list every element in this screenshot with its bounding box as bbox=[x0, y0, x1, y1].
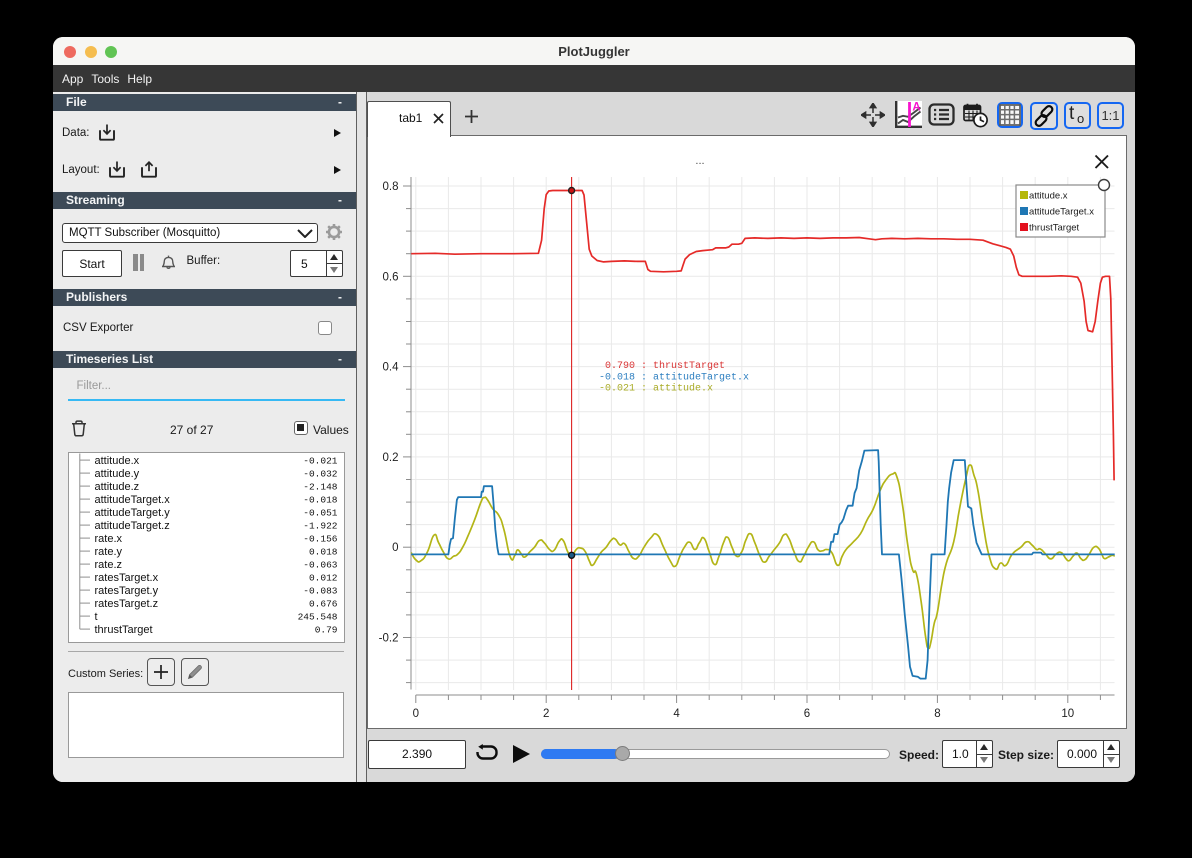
svg-text:-0.021: -0.021 bbox=[303, 455, 338, 466]
svg-text:-0.018 : attitudeTarget.x: -0.018 : attitudeTarget.x bbox=[599, 371, 749, 383]
svg-text:attitudeTarget.z: attitudeTarget.z bbox=[94, 519, 169, 531]
svg-text:4: 4 bbox=[673, 708, 680, 720]
svg-text:-0.032: -0.032 bbox=[303, 468, 338, 479]
svg-text:ratesTarget.z: ratesTarget.z bbox=[94, 597, 158, 609]
svg-text:0.676: 0.676 bbox=[308, 598, 337, 609]
svg-text:attitudeTarget.x: attitudeTarget.x bbox=[94, 493, 170, 505]
svg-text:0: 0 bbox=[392, 542, 398, 554]
svg-text:6: 6 bbox=[804, 708, 810, 720]
svg-text:attitude.y: attitude.y bbox=[94, 467, 139, 479]
svg-text:ratesTarget.y: ratesTarget.y bbox=[94, 584, 158, 596]
svg-text:0.012: 0.012 bbox=[308, 572, 337, 583]
svg-text:0.018: 0.018 bbox=[308, 546, 337, 557]
svg-text:attitudeTarget.y: attitudeTarget.y bbox=[94, 506, 170, 518]
svg-text:thrustTarget: thrustTarget bbox=[1029, 223, 1080, 234]
svg-text:245.548: 245.548 bbox=[297, 611, 337, 622]
svg-text:-0.018: -0.018 bbox=[303, 494, 338, 505]
svg-text:2: 2 bbox=[543, 708, 549, 720]
svg-text:-1.922: -1.922 bbox=[303, 520, 338, 531]
svg-text:ratesTarget.x: ratesTarget.x bbox=[94, 571, 158, 583]
svg-text:8: 8 bbox=[934, 708, 940, 720]
svg-text:attitude.x: attitude.x bbox=[1029, 191, 1068, 202]
svg-text:attitude.x: attitude.x bbox=[94, 454, 139, 466]
svg-text:A: A bbox=[912, 102, 920, 114]
svg-text:-0.021 : attitude.x: -0.021 : attitude.x bbox=[599, 383, 713, 395]
svg-text:rate.x: rate.x bbox=[94, 532, 122, 544]
svg-text:...: ... bbox=[695, 155, 704, 167]
svg-text:-0.2: -0.2 bbox=[379, 633, 399, 645]
svg-text:0.6: 0.6 bbox=[383, 271, 399, 283]
svg-text:0.79: 0.79 bbox=[314, 624, 337, 635]
svg-text:-0.063: -0.063 bbox=[303, 559, 338, 570]
svg-text:0: 0 bbox=[413, 708, 419, 720]
svg-text:thrustTarget: thrustTarget bbox=[94, 623, 152, 635]
svg-text:rate.z: rate.z bbox=[94, 558, 122, 570]
svg-text:0.4: 0.4 bbox=[383, 362, 400, 374]
svg-text:0.2: 0.2 bbox=[383, 452, 399, 464]
svg-text:rate.y: rate.y bbox=[94, 545, 122, 557]
svg-text:-0.083: -0.083 bbox=[303, 585, 338, 596]
svg-text:attitudeTarget.x: attitudeTarget.x bbox=[1029, 207, 1094, 218]
svg-text:0.8: 0.8 bbox=[383, 181, 399, 193]
svg-text:0.790 : thrustTarget: 0.790 : thrustTarget bbox=[605, 360, 725, 372]
svg-text:attitude.z: attitude.z bbox=[94, 480, 139, 492]
svg-text:-2.148: -2.148 bbox=[303, 481, 338, 492]
svg-text:10: 10 bbox=[1061, 708, 1074, 720]
svg-text:t: t bbox=[94, 610, 97, 622]
svg-text:-0.156: -0.156 bbox=[303, 533, 338, 544]
svg-text:-0.051: -0.051 bbox=[303, 507, 338, 518]
